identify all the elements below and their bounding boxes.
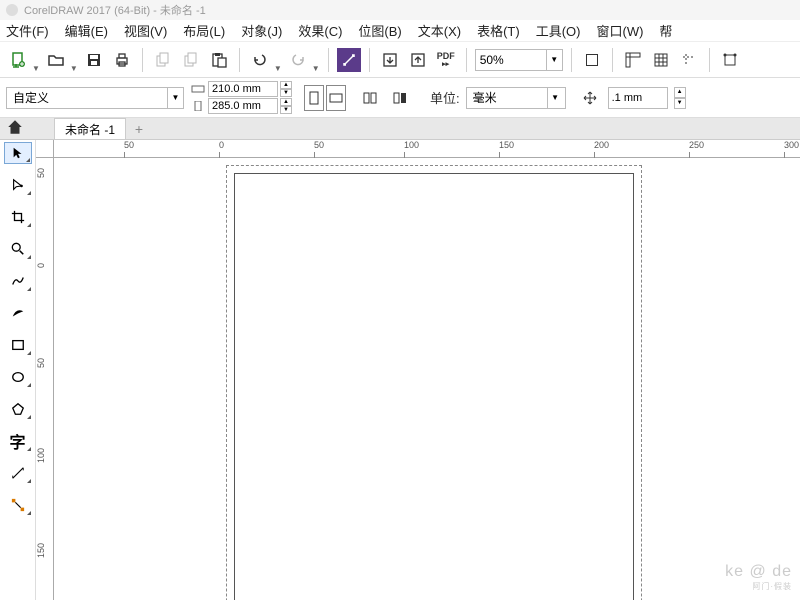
separator <box>239 48 240 72</box>
import-button[interactable] <box>378 48 402 72</box>
zoom-input[interactable] <box>476 53 546 67</box>
menu-object[interactable]: 对象(J) <box>241 21 282 40</box>
crop-tool[interactable] <box>4 206 32 228</box>
rectangle-tool[interactable] <box>4 334 32 356</box>
open-dropdown-icon[interactable]: ▼ <box>70 64 78 77</box>
document-tab-bar: 未命名 -1 + <box>0 118 800 140</box>
shape-tool[interactable] <box>4 174 32 196</box>
polygon-tool[interactable] <box>4 398 32 420</box>
search-content-button[interactable] <box>337 48 361 72</box>
separator <box>612 48 613 72</box>
redo-button <box>286 48 310 72</box>
new-button[interactable] <box>6 48 30 72</box>
dimension-tool[interactable] <box>4 462 32 484</box>
height-icon <box>190 99 206 113</box>
menu-tools[interactable]: 工具(O) <box>536 21 581 40</box>
menu-edit[interactable]: 编辑(E) <box>65 21 108 40</box>
menu-bitmap[interactable]: 位图(B) <box>358 21 401 40</box>
connector-tool[interactable] <box>4 494 32 516</box>
menu-view[interactable]: 视图(V) <box>124 21 167 40</box>
publish-pdf-button[interactable]: PDF▸▸ <box>434 48 458 72</box>
page-dimensions: ▲▼ ▲▼ <box>190 81 292 114</box>
separator <box>328 48 329 72</box>
save-button[interactable] <box>82 48 106 72</box>
show-grid-button[interactable] <box>649 48 673 72</box>
menu-text[interactable]: 文本(X) <box>418 21 461 40</box>
artistic-media-tool[interactable] <box>4 302 32 324</box>
open-button[interactable] <box>44 48 68 72</box>
document-tab[interactable]: 未命名 -1 <box>54 118 126 139</box>
nudge-input[interactable] <box>608 87 668 109</box>
text-tool[interactable]: 字 <box>4 430 32 452</box>
new-tab-button[interactable]: + <box>128 118 150 139</box>
show-guidelines-button[interactable] <box>677 48 701 72</box>
standard-toolbar: ▼ ▼ ▼ ▼ PDF▸▸ ▼ <box>0 42 800 78</box>
undo-dropdown-icon[interactable]: ▼ <box>274 64 282 77</box>
print-button[interactable] <box>110 48 134 72</box>
landscape-button[interactable] <box>326 85 346 111</box>
width-icon <box>190 82 206 96</box>
freehand-tool[interactable] <box>4 270 32 292</box>
preset-dropdown-icon[interactable]: ▼ <box>167 88 183 108</box>
title-bar: CorelDRAW 2017 (64-Bit) - 未命名 -1 <box>0 0 800 20</box>
vertical-ruler[interactable]: 50 0 50 100 150 <box>36 158 54 600</box>
nudge-icon <box>578 86 602 110</box>
menu-table[interactable]: 表格(T) <box>477 21 520 40</box>
separator <box>571 48 572 72</box>
width-spinner[interactable]: ▲▼ <box>280 81 292 97</box>
app-icon <box>6 4 18 16</box>
export-button[interactable] <box>406 48 430 72</box>
pick-tool[interactable] <box>4 142 32 164</box>
current-page-button[interactable] <box>388 86 412 110</box>
paste-button[interactable] <box>207 48 231 72</box>
show-rulers-button[interactable] <box>621 48 645 72</box>
units-combo[interactable]: ▼ <box>466 87 566 109</box>
new-dropdown-icon[interactable]: ▼ <box>32 64 40 77</box>
units-dropdown-icon[interactable]: ▼ <box>547 88 563 108</box>
menu-file[interactable]: 文件(F) <box>6 21 49 40</box>
toolbox: 字 <box>0 140 36 600</box>
property-bar: ▼ ▲▼ ▲▼ 单位: ▼ ▲▼ <box>0 78 800 118</box>
menu-help[interactable]: 帮 <box>659 21 672 40</box>
menu-layout[interactable]: 布局(L) <box>183 21 225 40</box>
page-outline <box>234 173 634 600</box>
separator <box>709 48 710 72</box>
drawing-canvas[interactable] <box>54 158 800 600</box>
portrait-button[interactable] <box>304 85 324 111</box>
units-label: 单位: <box>430 88 460 107</box>
preset-input[interactable] <box>7 91 167 105</box>
watermark: ke @ de 阿门·假装 <box>725 563 792 592</box>
separator <box>369 48 370 72</box>
canvas-area: 50 0 50 100 150 200 250 300 50 0 50 100 … <box>36 140 800 600</box>
workspace: 字 50 0 50 100 150 200 250 300 50 0 50 10… <box>0 140 800 600</box>
page-preset-combo[interactable]: ▼ <box>6 87 184 109</box>
cut-button <box>151 48 175 72</box>
snap-button[interactable] <box>718 48 742 72</box>
copy-button <box>179 48 203 72</box>
undo-button[interactable] <box>248 48 272 72</box>
orientation-group <box>304 85 346 111</box>
title-text: CorelDRAW 2017 (64-Bit) - 未命名 -1 <box>24 2 206 18</box>
zoom-tool[interactable] <box>4 238 32 260</box>
zoom-dropdown-icon[interactable]: ▼ <box>546 50 562 70</box>
separator <box>466 48 467 72</box>
nudge-spinner[interactable]: ▲▼ <box>674 87 686 109</box>
welcome-tab-button[interactable] <box>6 118 24 139</box>
page-width-input[interactable] <box>208 81 278 97</box>
separator <box>142 48 143 72</box>
horizontal-ruler[interactable]: 50 0 50 100 150 200 250 300 <box>54 140 800 158</box>
menu-window[interactable]: 窗口(W) <box>596 21 643 40</box>
height-spinner[interactable]: ▲▼ <box>280 98 292 114</box>
menu-bar: 文件(F) 编辑(E) 视图(V) 布局(L) 对象(J) 效果(C) 位图(B… <box>0 20 800 42</box>
units-input[interactable] <box>467 91 547 105</box>
redo-dropdown-icon: ▼ <box>312 64 320 77</box>
ruler-origin[interactable] <box>36 140 54 158</box>
menu-effect[interactable]: 效果(C) <box>298 21 342 40</box>
fullscreen-preview-button[interactable] <box>580 48 604 72</box>
ellipse-tool[interactable] <box>4 366 32 388</box>
page-height-input[interactable] <box>208 98 278 114</box>
all-pages-button[interactable] <box>358 86 382 110</box>
zoom-level-combo[interactable]: ▼ <box>475 49 563 71</box>
